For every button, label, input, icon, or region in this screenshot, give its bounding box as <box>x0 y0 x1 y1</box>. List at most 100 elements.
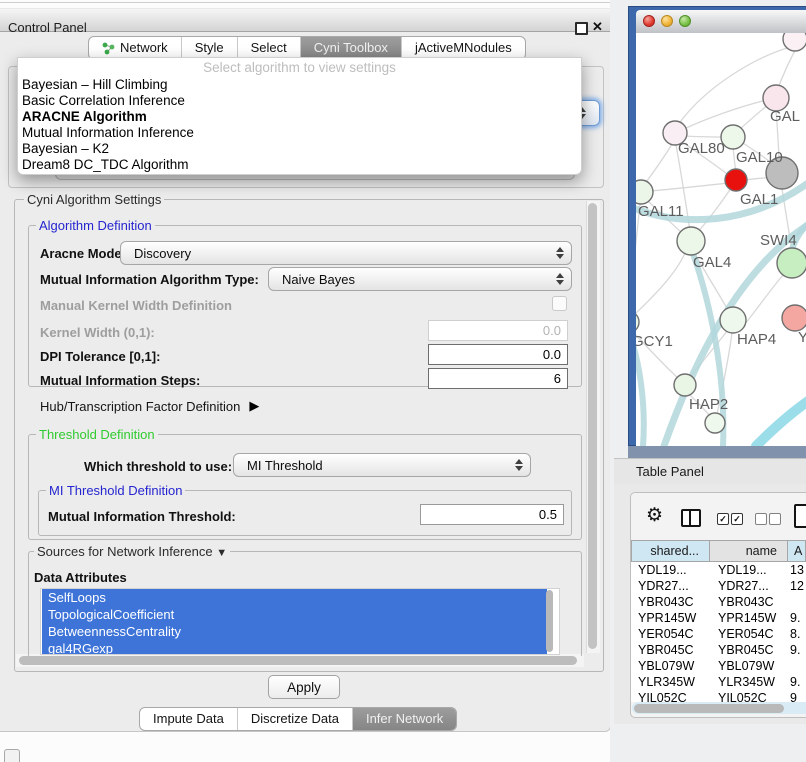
attributes-scrollbar-thumb[interactable] <box>546 590 553 652</box>
column-header-shared[interactable]: shared... <box>631 540 710 562</box>
panel-title: Control Panel <box>8 20 87 35</box>
table-row[interactable]: YLR345WYLR345W9. <box>631 674 806 690</box>
tab-label: Select <box>251 37 287 59</box>
manual-kernel-checkbox[interactable] <box>552 296 567 311</box>
control-panel-titlebar[interactable]: Control Panel ✕ <box>0 8 611 32</box>
table-row[interactable]: YIL052CYIL052C9 <box>631 690 806 702</box>
tab-impute-data[interactable]: Impute Data <box>140 708 237 730</box>
combo-arrows-icon <box>515 459 523 471</box>
kernel-width-label: Kernel Width (0,1): <box>40 325 155 340</box>
network-node-hap2[interactable] <box>674 374 696 396</box>
table-cell: YDL19... <box>710 562 788 578</box>
algorithm-option[interactable]: Mutual Information Inference <box>18 125 581 141</box>
table-cell: YDR27... <box>631 578 710 594</box>
table-cell: YER054C <box>631 626 710 642</box>
column-header-name[interactable]: name <box>710 540 788 562</box>
tab-jactivemnodules[interactable]: jActiveMNodules <box>401 37 525 59</box>
tab-infer-network[interactable]: Infer Network <box>352 708 456 730</box>
table-row[interactable]: YER054CYER054C8. <box>631 626 806 642</box>
tab-network[interactable]: Network <box>89 37 181 59</box>
table-cell: YBR045C <box>631 642 710 658</box>
table-cell: YPR145W <box>710 610 788 626</box>
network-icon <box>102 42 115 55</box>
column-split-icon[interactable] <box>681 509 701 527</box>
checked-box-icon[interactable]: ✓ <box>717 513 729 525</box>
gear-icon[interactable]: ⚙ <box>646 504 663 527</box>
network-node-swi4[interactable] <box>777 248 806 278</box>
kernel-width-field[interactable]: 0.0 <box>428 320 568 341</box>
document-icon[interactable] <box>794 504 806 528</box>
apply-button[interactable]: Apply <box>268 675 340 699</box>
attribute-item[interactable]: BetweennessCentrality <box>42 623 547 640</box>
table-row[interactable]: YBL079WYBL079W <box>631 658 806 674</box>
network-node-gal4[interactable] <box>677 227 705 255</box>
table-row[interactable]: YPR145WYPR145W9. <box>631 610 806 626</box>
table-cell: 12 <box>788 578 806 594</box>
tab-label: Style <box>195 37 224 59</box>
mi-type-value: Naive Bayes <box>282 272 355 287</box>
network-node-gcy1[interactable] <box>636 311 639 333</box>
algorithm-option[interactable]: ARACNE Algorithm <box>18 109 581 125</box>
unchecked-box-icon[interactable] <box>769 513 781 525</box>
settings-horizontal-scrollbar-thumb[interactable] <box>19 656 577 665</box>
mi-type-label: Mutual Information Algorithm Type: <box>40 272 259 287</box>
checked-box-icon[interactable]: ✓ <box>731 513 743 525</box>
kernel-width-value: 0.0 <box>543 323 561 338</box>
tab-label: Cyni Toolbox <box>314 37 388 59</box>
algorithm-option[interactable]: Bayesian – K2 <box>18 141 581 157</box>
window-top-edge <box>0 2 612 3</box>
zoom-traffic-light-icon[interactable] <box>679 15 691 27</box>
tab-select[interactable]: Select <box>237 37 300 59</box>
column-header-partial[interactable]: A <box>788 540 806 562</box>
table-rows: YDL19...YDL19...13YDR27...YDR27...12YBR0… <box>631 562 806 702</box>
algorithm-option[interactable]: Dream8 DC_TDC Algorithm <box>18 157 581 173</box>
mi-threshold-field[interactable]: 0.5 <box>420 504 564 525</box>
algorithm-option[interactable]: Basic Correlation Inference <box>18 93 581 109</box>
tab-cyni-toolbox[interactable]: Cyni Toolbox <box>300 37 401 59</box>
table-panel-title: Table Panel <box>636 464 704 479</box>
minimize-traffic-light-icon[interactable] <box>661 15 673 27</box>
attribute-item[interactable]: TopologicalCoefficient <box>42 606 547 623</box>
sources-title-wrap[interactable]: Sources for Network Inference ▼ <box>34 544 230 559</box>
network-node-gal11[interactable] <box>636 180 653 204</box>
which-threshold-combo[interactable]: MI Threshold <box>233 453 531 477</box>
network-node-y[interactable] <box>782 305 806 331</box>
float-window-icon[interactable] <box>575 22 588 35</box>
tab-style[interactable]: Style <box>181 37 237 59</box>
close-traffic-light-icon[interactable] <box>643 15 655 27</box>
apply-label: Apply <box>287 680 321 695</box>
aracne-mode-combo[interactable]: Discovery <box>120 241 572 265</box>
table-cell: 9 <box>788 690 806 702</box>
table-horizontal-scrollbar-thumb[interactable] <box>634 704 784 713</box>
mi-type-combo[interactable]: Naive Bayes <box>268 267 572 291</box>
network-node-label: GAL4 <box>693 254 731 271</box>
unchecked-box-icon[interactable] <box>755 513 767 525</box>
attribute-item[interactable]: SelfLoops <box>42 589 547 606</box>
hub-definition-disclosure[interactable]: Hub/Transcription Factor Definition ▶ <box>40 398 259 414</box>
network-node-hap4[interactable] <box>720 307 746 333</box>
close-icon[interactable]: ✕ <box>592 19 603 35</box>
collapsed-panel-icon[interactable] <box>4 749 20 762</box>
attribute-item[interactable]: gal4RGexp <box>42 640 547 655</box>
network-node[interactable] <box>705 413 725 433</box>
settings-vertical-scrollbar-thumb[interactable] <box>588 203 597 649</box>
table-row[interactable]: YBR043CYBR043C <box>631 594 806 610</box>
network-node-label: GAL80 <box>678 140 725 157</box>
network-node-gal1[interactable] <box>725 169 747 191</box>
network-edge <box>636 204 640 316</box>
network-node-label: GCY1 <box>636 333 673 350</box>
dpi-tolerance-field[interactable]: 0.0 <box>428 344 568 365</box>
which-threshold-label: Which threshold to use: <box>84 459 232 474</box>
algorithm-option[interactable]: Bayesian – Hill Climbing <box>18 77 581 93</box>
network-node-label: GAL1 <box>740 191 778 208</box>
tab-label: Impute Data <box>153 708 224 730</box>
table-row[interactable]: YDR27...YDR27...12 <box>631 578 806 594</box>
manual-kernel-label: Manual Kernel Width Definition <box>40 298 232 313</box>
data-attributes-list[interactable]: SelfLoopsTopologicalCoefficientBetweenne… <box>40 588 560 655</box>
table-row[interactable]: YDL19...YDL19...13 <box>631 562 806 578</box>
table-row[interactable]: YBR045CYBR045C9. <box>631 642 806 658</box>
tab-discretize-data[interactable]: Discretize Data <box>237 708 352 730</box>
network-node[interactable] <box>783 33 806 51</box>
network-canvas[interactable]: GALGAL80GAL10GAL1GAL11SWI4GAL4GCY1HAP4YH… <box>636 33 806 446</box>
mi-steps-field[interactable]: 6 <box>428 368 568 389</box>
